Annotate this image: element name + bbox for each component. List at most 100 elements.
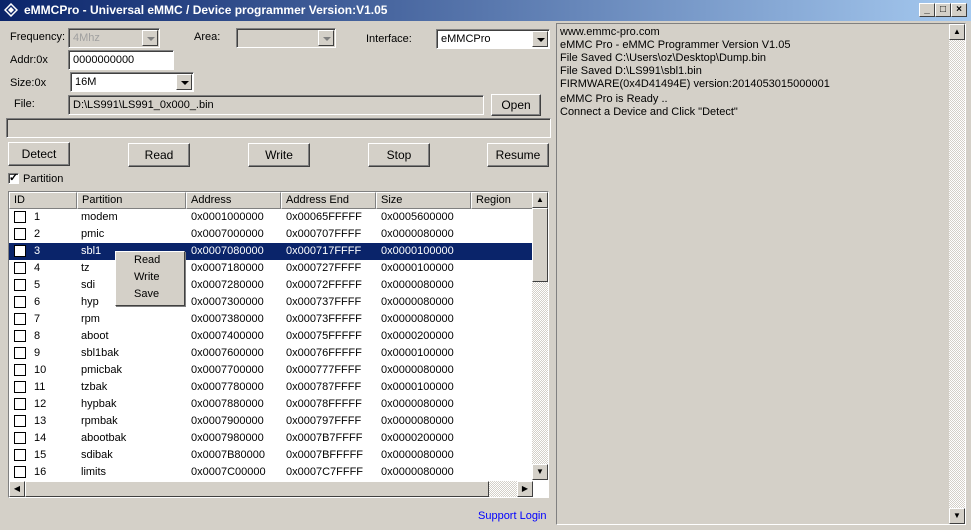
- row-checkbox[interactable]: [14, 415, 26, 427]
- column-header-id[interactable]: ID: [9, 192, 77, 209]
- size-select[interactable]: 16M: [70, 72, 194, 92]
- row-checkbox[interactable]: [14, 313, 26, 325]
- row-checkbox[interactable]: [14, 432, 26, 444]
- table-row[interactable]: 5 sdi 0x0007280000 0x00072FFFFF 0x0000080000: [9, 277, 533, 294]
- cell-name: sbl1: [81, 245, 102, 257]
- cell-name: aboot: [81, 330, 109, 342]
- file-label: File:: [14, 98, 35, 110]
- row-checkbox[interactable]: [14, 245, 26, 257]
- chevron-down-icon[interactable]: [532, 31, 548, 47]
- table-row[interactable]: 12 hypbak 0x0007880000 0x00078FFFFF 0x000008…: [9, 396, 533, 413]
- row-checkbox[interactable]: [14, 296, 26, 308]
- title-bar[interactable]: eMMCPro - Universal eMMC / Device progra…: [0, 0, 971, 21]
- chevron-down-icon[interactable]: [176, 74, 192, 90]
- scroll-right-icon[interactable]: ▶: [517, 481, 533, 497]
- row-checkbox[interactable]: [14, 364, 26, 376]
- stop-button[interactable]: Stop: [368, 143, 430, 167]
- table-row[interactable]: 6 hyp 0x0007300000 0x000737FFFF 0x0000080000: [9, 294, 533, 311]
- row-checkbox[interactable]: [14, 262, 26, 274]
- table-row[interactable]: 9 sbl1bak 0x0007600000 0x00076FFFFF 0x000010…: [9, 345, 533, 362]
- cell-addr: 0x0007C00000: [191, 466, 266, 478]
- chevron-down-icon[interactable]: [142, 30, 158, 46]
- row-checkbox[interactable]: [14, 381, 26, 393]
- row-checkbox[interactable]: [14, 279, 26, 291]
- close-button[interactable]: ×: [951, 3, 967, 17]
- row-checkbox[interactable]: [14, 330, 26, 342]
- horizontal-scrollbar[interactable]: ◀ ▶: [9, 481, 533, 497]
- context-menu-save[interactable]: Save: [134, 288, 159, 300]
- partition-table[interactable]: ID Partition Address Address End Size Re…: [8, 191, 549, 498]
- context-menu: Read Write Save: [115, 251, 185, 306]
- cell-size: 0x0000100000: [381, 381, 454, 393]
- scroll-down-icon[interactable]: ▼: [949, 508, 965, 524]
- size-label: Size:0x: [10, 77, 47, 89]
- cell-addr: 0x0001000000: [191, 211, 264, 223]
- table-row[interactable]: 13 rpmbak 0x0007900000 0x000797FFFF 0x000008…: [9, 413, 533, 430]
- vertical-scroll-thumb[interactable]: [532, 208, 548, 282]
- support-login-link[interactable]: Support Login: [478, 510, 547, 522]
- row-checkbox[interactable]: [14, 466, 26, 478]
- partition-checkbox[interactable]: [8, 171, 19, 184]
- column-header-region[interactable]: Region: [471, 192, 533, 209]
- cell-size: 0x0000200000: [381, 330, 454, 342]
- cell-size: 0x0000080000: [381, 466, 454, 478]
- table-row[interactable]: 15 sdibak 0x0007B80000 0x0007BFFFFF 0x000008…: [9, 447, 533, 464]
- horizontal-scroll-thumb[interactable]: [25, 481, 489, 497]
- row-checkbox[interactable]: [14, 449, 26, 461]
- scroll-down-icon[interactable]: ▼: [532, 464, 548, 480]
- table-row[interactable]: 8 aboot 0x0007400000 0x00075FFFFF 0x00002000…: [9, 328, 533, 345]
- scroll-up-icon[interactable]: ▲: [532, 192, 548, 208]
- table-row[interactable]: 1 modem 0x0001000000 0x00065FFFFF 0x00056000…: [9, 209, 533, 226]
- maximize-button[interactable]: □: [935, 3, 951, 17]
- cell-size: 0x0000080000: [381, 398, 454, 410]
- table-row[interactable]: 10 pmicbak 0x0007700000 0x000777FFFF 0x00000…: [9, 362, 533, 379]
- row-checkbox[interactable]: [14, 228, 26, 240]
- table-row[interactable]: 3 sbl1 0x0007080000 0x000717FFFF 0x000010000…: [9, 243, 533, 260]
- table-row[interactable]: 14 abootbak 0x0007980000 0x0007B7FFFF 0x0000…: [9, 430, 533, 447]
- cell-end: 0x000707FFFF: [286, 228, 362, 240]
- detect-button[interactable]: Detect: [8, 142, 70, 166]
- cell-size: 0x0000100000: [381, 262, 454, 274]
- column-header-address-end[interactable]: Address End: [281, 192, 376, 209]
- cell-addr: 0x0007780000: [191, 381, 264, 393]
- table-row[interactable]: 7 rpm 0x0007380000 0x00073FFFFF 0x0000080000: [9, 311, 533, 328]
- area-select[interactable]: [236, 28, 336, 48]
- log-line: www.emmc-pro.com: [560, 26, 660, 38]
- column-header-address[interactable]: Address: [186, 192, 281, 209]
- file-path-field[interactable]: D:\LS991\LS991_0x000_.bin: [68, 95, 484, 115]
- cell-size: 0x0000080000: [381, 313, 454, 325]
- scroll-left-icon[interactable]: ◀: [9, 481, 25, 497]
- scroll-up-icon[interactable]: ▲: [949, 24, 965, 40]
- table-row[interactable]: 2 pmic 0x0007000000 0x000707FFFF 0x000008000…: [9, 226, 533, 243]
- log-vertical-scrollbar[interactable]: ▲ ▼: [949, 24, 965, 524]
- cell-id: 12: [34, 398, 47, 410]
- read-button[interactable]: Read: [128, 143, 190, 167]
- write-button[interactable]: Write: [248, 143, 310, 167]
- resume-button[interactable]: Resume: [487, 143, 549, 167]
- row-checkbox[interactable]: [14, 398, 26, 410]
- vertical-scrollbar[interactable]: ▲ ▼: [532, 192, 548, 480]
- table-header: ID Partition Address Address End Size Re…: [9, 192, 533, 209]
- cell-name: pmic: [81, 228, 105, 240]
- table-row[interactable]: 16 limits 0x0007C00000 0x0007C7FFFF 0x000008…: [9, 464, 533, 481]
- column-header-partition[interactable]: Partition: [77, 192, 186, 209]
- cell-end: 0x00072FFFFF: [286, 279, 362, 291]
- addr-input[interactable]: 0000000000: [68, 50, 174, 70]
- interface-value: eMMCPro: [441, 33, 491, 45]
- chevron-down-icon[interactable]: [318, 30, 334, 46]
- log-panel[interactable]: www.emmc-pro.com eMMC Pro - eMMC Programm…: [556, 23, 966, 525]
- cell-end: 0x00078FFFFF: [286, 398, 362, 410]
- row-checkbox[interactable]: [14, 347, 26, 359]
- minimize-button[interactable]: _: [919, 3, 935, 17]
- column-header-size[interactable]: Size: [376, 192, 471, 209]
- row-checkbox[interactable]: [14, 211, 26, 223]
- table-row[interactable]: 11 tzbak 0x0007780000 0x000787FFFF 0x0000100…: [9, 379, 533, 396]
- table-row[interactable]: 4 tz 0x0007180000 0x000727FFFF 0x0000100000: [9, 260, 533, 277]
- context-menu-read[interactable]: Read: [134, 254, 160, 266]
- interface-select[interactable]: eMMCPro: [436, 29, 550, 49]
- open-button[interactable]: Open: [491, 94, 541, 116]
- frequency-select[interactable]: 4Mhz: [68, 28, 160, 48]
- interface-label: Interface:: [366, 33, 412, 45]
- context-menu-write[interactable]: Write: [134, 271, 159, 283]
- cell-id: 9: [34, 347, 41, 359]
